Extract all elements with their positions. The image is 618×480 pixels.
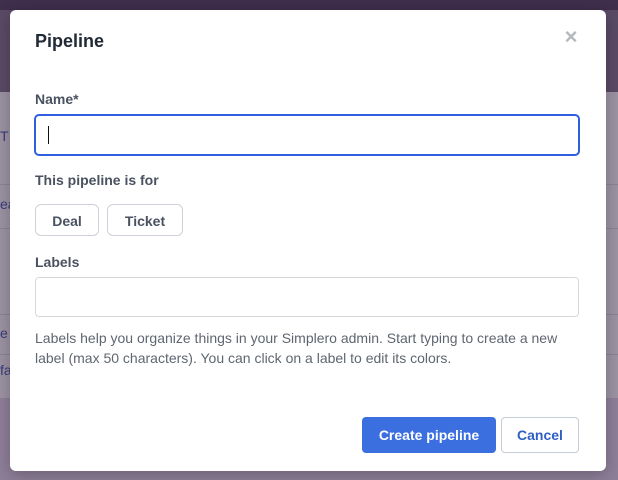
name-input[interactable] bbox=[35, 115, 579, 155]
close-icon[interactable]: × bbox=[560, 26, 582, 48]
name-label: Name* bbox=[35, 91, 79, 107]
labels-input[interactable] bbox=[35, 277, 579, 317]
text-caret bbox=[48, 126, 49, 144]
background-text: T bbox=[0, 128, 9, 144]
deal-option-button[interactable]: Deal bbox=[35, 204, 99, 236]
background-text: e bbox=[0, 325, 8, 341]
create-pipeline-button[interactable]: Create pipeline bbox=[362, 417, 496, 453]
background-topbar bbox=[0, 0, 618, 10]
pipeline-modal: Pipeline × Name* This pipeline is for De… bbox=[10, 10, 606, 471]
cancel-button[interactable]: Cancel bbox=[501, 417, 579, 453]
ticket-option-button[interactable]: Ticket bbox=[107, 204, 183, 236]
pipeline-for-label: This pipeline is for bbox=[35, 172, 159, 188]
modal-title: Pipeline bbox=[35, 31, 105, 51]
labels-label: Labels bbox=[35, 254, 80, 270]
labels-help-text: Labels help you organize things in your … bbox=[35, 330, 558, 366]
